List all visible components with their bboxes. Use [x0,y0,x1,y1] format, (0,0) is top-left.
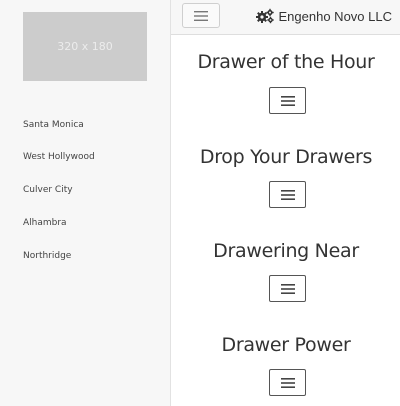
sidebar: 320 x 180 Santa Monica West Hollywood Cu… [0,0,171,406]
sidebar-item-santa-monica[interactable]: Santa Monica [23,120,84,130]
section-title-2: Drop Your Drawers [199,146,373,168]
hamburger-icon [280,95,295,106]
brand-link[interactable]: Engenho Novo LLC [255,8,392,24]
section-toggle-button-4[interactable] [269,369,306,396]
hamburger-icon [280,189,295,200]
sidebar-item-culver-city[interactable]: Culver City [23,185,73,195]
menu-toggle-button[interactable] [182,3,220,28]
placeholder-image-label: 320 x 180 [57,40,113,53]
sidebar-item-northridge[interactable]: Northridge [23,251,71,261]
gears-icon [255,8,274,24]
section-toggle-button-2[interactable] [269,181,306,208]
sidebar-item-alhambra[interactable]: Alhambra [23,218,67,228]
section-toggle-button-3[interactable] [269,275,306,302]
section-title-1: Drawer of the Hour [197,51,375,73]
top-bar: Engenho Novo LLC [171,0,400,35]
hamburger-icon [280,283,295,294]
section-title-4: Drawer Power [221,334,351,356]
brand-label: Engenho Novo LLC [278,8,392,24]
sidebar-item-west-hollywood[interactable]: West Hollywood [23,152,95,162]
placeholder-image: 320 x 180 [23,12,147,81]
section-toggle-button-1[interactable] [269,87,306,114]
section-title-3: Drawering Near [213,240,359,262]
hamburger-icon [194,10,208,21]
hamburger-icon [280,377,295,388]
